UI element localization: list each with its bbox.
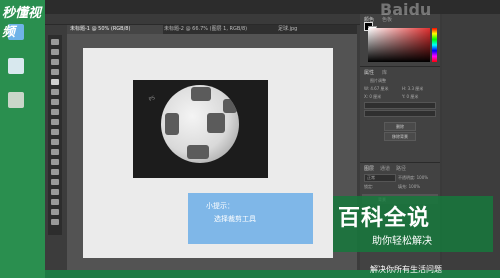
brand-subtitle: 助你轻松解决 [372, 236, 432, 247]
tab-properties[interactable]: 属性 [364, 69, 374, 76]
blur-tool-icon[interactable] [51, 159, 59, 165]
miaodong-logo: 秒懂视频 [2, 6, 42, 40]
property-field[interactable] [364, 110, 436, 117]
type-tool-icon[interactable] [51, 189, 59, 195]
tab-channels[interactable]: 通道 [380, 165, 390, 172]
width-field[interactable]: W: 4.67 厘米 [364, 86, 389, 92]
path-select-tool-icon[interactable] [51, 199, 59, 205]
zoom-tool-icon[interactable] [51, 219, 59, 225]
canvas-workspace: PS 小提示： 选择裁剪工具 [67, 34, 357, 270]
document-tabs: 未标题-1 @ 50% (RGB/8) 未标题-2 @ 66.7% (图层 1,… [67, 25, 357, 34]
hand-tool-icon[interactable] [51, 209, 59, 215]
healing-brush-tool-icon[interactable] [51, 99, 59, 105]
quick-select-tool-icon[interactable] [51, 69, 59, 75]
height-field[interactable]: H: 3.3 厘米 [402, 86, 423, 92]
lock-label: 锁定: [364, 184, 374, 189]
tab-paths[interactable]: 路径 [396, 165, 406, 172]
x-field[interactable]: X: 0 厘米 [364, 94, 381, 100]
soccer-ball-photo[interactable]: PS [133, 80, 268, 178]
tip-box: 小提示： 选择裁剪工具 [188, 193, 313, 244]
tip-body: 选择裁剪工具 [214, 215, 256, 223]
brand-title: 百科全说 [338, 206, 431, 231]
tools-panel [48, 35, 62, 235]
slogan-text: 解决你所有生活问题 [370, 265, 442, 274]
photo-watermark: PS [148, 94, 157, 104]
blend-mode-value: 正常 [367, 175, 375, 180]
marquee-tool-icon[interactable] [51, 49, 59, 55]
menu-bar [45, 0, 500, 14]
gradient-tool-icon[interactable] [51, 149, 59, 155]
pen-tool-icon[interactable] [51, 179, 59, 185]
eyedropper-tool-icon[interactable] [51, 89, 59, 95]
ball-patch [191, 87, 211, 101]
soccer-ball-image [161, 85, 239, 163]
properties-title: 图片调整 [370, 78, 386, 83]
desktop-strip: 秒懂视频 [0, 0, 45, 278]
property-field[interactable] [364, 102, 436, 109]
ball-patch [223, 99, 237, 113]
crop-tool-icon[interactable] [51, 79, 59, 85]
opacity-field[interactable]: 不透明度: 100% [398, 175, 428, 181]
delete-button[interactable]: 删除 [384, 122, 416, 131]
tab-libraries[interactable]: 库 [382, 69, 387, 76]
ball-patch [165, 113, 179, 135]
move-tool-icon[interactable] [51, 39, 59, 45]
tip-title: 小提示： [206, 202, 234, 210]
dodge-tool-icon[interactable] [51, 169, 59, 175]
eraser-tool-icon[interactable] [51, 139, 59, 145]
tab-document-1[interactable]: 未标题-1 @ 50% (RGB/8) [67, 25, 163, 34]
clone-stamp-tool-icon[interactable] [51, 119, 59, 125]
hue-slider[interactable] [432, 28, 437, 62]
divider [360, 162, 440, 163]
app-icon[interactable] [8, 92, 24, 108]
baidu-watermark: Baidu [380, 0, 432, 19]
blend-mode-select[interactable]: 正常 [364, 174, 396, 182]
ball-patch [207, 113, 225, 133]
color-picker-field[interactable] [368, 28, 430, 62]
lasso-tool-icon[interactable] [51, 59, 59, 65]
remove-background-button[interactable]: 移除背景 [384, 132, 416, 141]
tab-document-3[interactable]: 足球.jpg [275, 25, 341, 34]
ball-patch [187, 145, 209, 159]
tab-layers[interactable]: 图层 [364, 165, 374, 172]
history-brush-tool-icon[interactable] [51, 129, 59, 135]
y-field[interactable]: Y: 0 厘米 [402, 94, 418, 100]
divider [360, 66, 440, 67]
tab-document-2[interactable]: 未标题-2 @ 66.7% (图层 1, RGB/8) [161, 25, 277, 34]
recycle-bin-icon[interactable] [8, 58, 24, 74]
brush-tool-icon[interactable] [51, 109, 59, 115]
fill-field[interactable]: 填充: 100% [398, 184, 420, 190]
